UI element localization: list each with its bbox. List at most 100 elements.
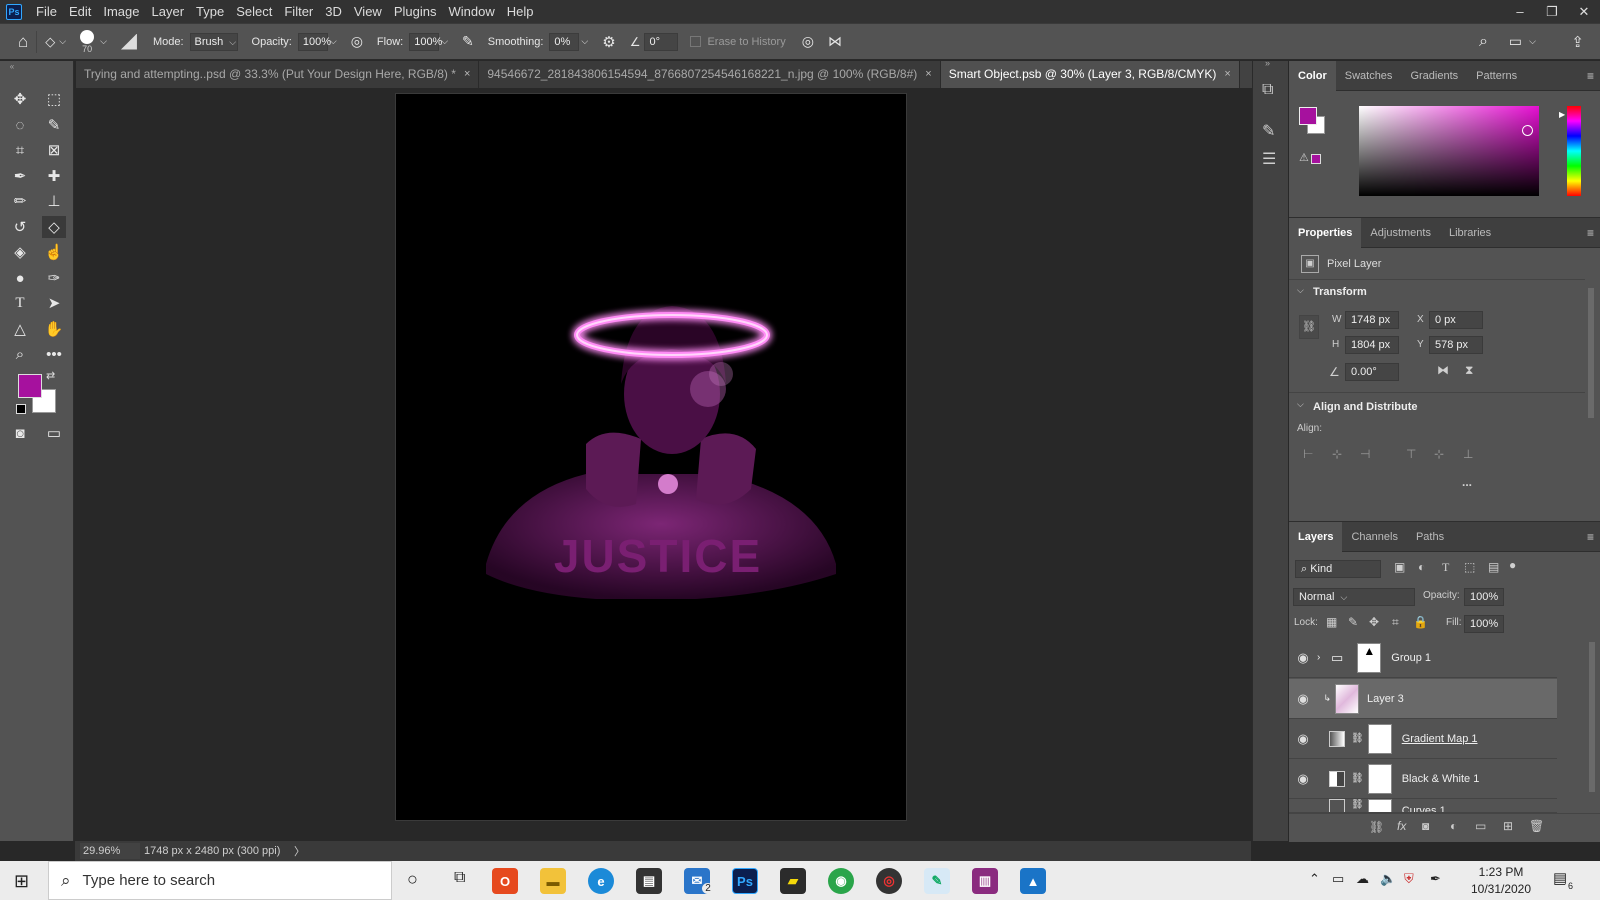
panel-menu-icon[interactable]: ≡ xyxy=(1587,226,1594,240)
pen-tool-icon[interactable]: ✑ xyxy=(42,267,66,289)
marquee-tool-icon[interactable]: ⬚ xyxy=(42,88,66,110)
share-icon[interactable]: ⇪ xyxy=(1571,33,1584,51)
tab-paths[interactable]: Paths xyxy=(1407,522,1453,552)
align-right-icon[interactable]: ⊣ xyxy=(1360,447,1370,461)
erase-history-checkbox[interactable] xyxy=(690,36,702,47)
close-tab-icon[interactable]: × xyxy=(464,61,470,88)
brush-panel-icon[interactable]: ✎ xyxy=(1262,121,1275,141)
flow-field[interactable]: 100% xyxy=(409,32,442,51)
restore-button[interactable]: ❐ xyxy=(1536,0,1568,23)
menu-filter[interactable]: Filter xyxy=(278,0,319,23)
layers-scrollbar[interactable] xyxy=(1589,642,1595,792)
layer-mask-thumbnail[interactable] xyxy=(1367,763,1392,794)
hue-slider-handle-icon[interactable]: ▶ xyxy=(1559,110,1565,119)
volume-icon[interactable]: 🔈 xyxy=(1380,871,1396,887)
filter-pixel-icon[interactable]: ▣ xyxy=(1394,560,1405,574)
blend-mode-select[interactable]: Normal xyxy=(1293,588,1415,606)
crop-tool-icon[interactable]: ⌗ xyxy=(8,139,32,161)
layer-mask-thumbnail[interactable] xyxy=(1367,799,1392,812)
lock-artboard-icon[interactable]: ⌗ xyxy=(1392,615,1399,630)
height-field[interactable]: 1804 px xyxy=(1345,336,1399,354)
layer-opacity-field[interactable]: 100% xyxy=(1464,588,1504,606)
add-mask-icon[interactable]: ◙ xyxy=(1422,819,1429,833)
more-tools-icon[interactable]: ••• xyxy=(42,343,66,365)
dodge-tool-icon[interactable]: ● xyxy=(8,267,32,289)
tab-color[interactable]: Color xyxy=(1289,60,1336,91)
settings-icon[interactable]: ⚙ xyxy=(602,33,615,51)
layer-row[interactable]: ⛓ Curves 1 xyxy=(1289,799,1557,813)
panel-menu-icon[interactable]: ≡ xyxy=(1587,530,1594,544)
swap-colors-icon[interactable]: ⇄ xyxy=(46,369,55,382)
media-app-icon[interactable]: ◎ xyxy=(876,868,902,894)
pressure-opacity-icon[interactable]: ◎ xyxy=(351,33,363,50)
layer-name[interactable]: Gradient Map 1 xyxy=(1402,733,1478,745)
tab-gradients[interactable]: Gradients xyxy=(1401,61,1467,91)
chevron-down-icon[interactable]: ⌵ xyxy=(1529,36,1536,47)
move-tool-icon[interactable]: ✥ xyxy=(8,88,32,110)
layer-thumbnail[interactable] xyxy=(1335,683,1359,714)
opacity-field[interactable]: 100% xyxy=(297,32,331,51)
show-hidden-icons-icon[interactable]: ⌃ xyxy=(1309,871,1320,887)
winrar-app-icon[interactable]: ▥ xyxy=(972,868,998,894)
screen-mode-icon[interactable]: ▭ xyxy=(42,422,66,444)
chevron-down-icon[interactable]: ⌵ xyxy=(100,36,107,47)
zoom-tool-icon[interactable]: ⌕ xyxy=(8,343,32,365)
new-layer-icon[interactable]: ⊞ xyxy=(1503,819,1513,833)
chevron-down-icon[interactable]: ⌵ xyxy=(59,36,66,47)
align-bottom-icon[interactable]: ⊥ xyxy=(1463,447,1473,461)
align-top-icon[interactable]: ⊤ xyxy=(1406,447,1416,461)
search-icon[interactable]: ⌕ xyxy=(1479,33,1488,51)
width-field[interactable]: 1748 px xyxy=(1345,311,1399,329)
angle-field[interactable]: 0° xyxy=(644,32,679,51)
eye-icon[interactable]: ◉ xyxy=(1289,691,1317,707)
layer-name[interactable]: Layer 3 xyxy=(1367,693,1404,705)
filter-toggle-icon[interactable]: ● xyxy=(1509,558,1516,572)
onedrive-icon[interactable]: ☁ xyxy=(1356,871,1369,887)
menu-plugins[interactable]: Plugins xyxy=(388,0,443,23)
chevron-down-icon[interactable]: ⌵ xyxy=(1297,399,1304,410)
close-button[interactable]: ✕ xyxy=(1568,0,1600,23)
tab-adjustments[interactable]: Adjustments xyxy=(1361,218,1440,248)
workspace-icon[interactable]: ▭ xyxy=(1509,33,1522,50)
eraser-icon[interactable]: ◇ xyxy=(45,34,55,50)
chevron-down-icon[interactable]: ⌵ xyxy=(330,36,337,47)
foreground-color-chip[interactable] xyxy=(1299,107,1317,125)
menu-edit[interactable]: Edit xyxy=(63,0,97,23)
brush-tool-icon[interactable]: ✏ xyxy=(8,190,32,212)
color-field[interactable] xyxy=(1359,106,1539,196)
new-group-icon[interactable]: ▭ xyxy=(1475,819,1486,833)
link-icon[interactable]: ⛓ xyxy=(1351,733,1364,744)
document-canvas[interactable]: JUSTICE xyxy=(395,93,907,821)
quick-select-tool-icon[interactable]: ✎ xyxy=(42,114,66,136)
menu-3d[interactable]: 3D xyxy=(319,0,348,23)
rotation-field[interactable]: 0.00° xyxy=(1345,363,1399,381)
brush-preset-picker[interactable]: 70 xyxy=(80,29,95,54)
smoothing-field[interactable]: 0% xyxy=(549,32,580,51)
lock-all-icon[interactable]: 🔒 xyxy=(1413,615,1428,629)
default-colors-icon[interactable] xyxy=(16,404,26,414)
fill-field[interactable]: 100% xyxy=(1464,615,1504,633)
y-field[interactable]: 578 px xyxy=(1429,336,1483,354)
eye-icon[interactable]: ◉ xyxy=(1289,650,1317,666)
type-tool-icon[interactable]: T xyxy=(8,292,32,314)
link-icon[interactable]: ⛓ xyxy=(1351,799,1364,810)
brush-settings-icon[interactable] xyxy=(120,33,137,50)
link-dimensions-icon[interactable]: ⛓ xyxy=(1299,315,1319,339)
taskbar-search-box[interactable]: ⌕ Type here to search xyxy=(48,861,392,900)
pen-icon[interactable]: ✒ xyxy=(1430,871,1441,887)
link-layers-icon[interactable]: ⛓ xyxy=(1369,820,1384,834)
layer-mask-thumbnail[interactable] xyxy=(1367,723,1392,754)
tab-patterns[interactable]: Patterns xyxy=(1467,61,1526,91)
menu-help[interactable]: Help xyxy=(501,0,540,23)
align-section-title[interactable]: Align and Distribute xyxy=(1313,401,1418,413)
frame-tool-icon[interactable]: ⊠ xyxy=(42,139,66,161)
photoshop-app-icon[interactable]: Ps xyxy=(732,868,758,894)
more-options-icon[interactable]: ... xyxy=(1462,475,1472,489)
lock-image-icon[interactable]: ✎ xyxy=(1348,615,1358,629)
tab-channels[interactable]: Channels xyxy=(1342,522,1406,552)
layer-mask-thumbnail[interactable]: ▲ xyxy=(1357,642,1382,673)
layer-name[interactable]: Black & White 1 xyxy=(1402,773,1480,785)
tab-document-1[interactable]: Trying and attempting..psd @ 33.3% (Put … xyxy=(76,61,480,88)
filter-shape-icon[interactable]: ⬚ xyxy=(1464,560,1475,574)
chevron-down-icon[interactable]: ⌵ xyxy=(441,36,448,47)
